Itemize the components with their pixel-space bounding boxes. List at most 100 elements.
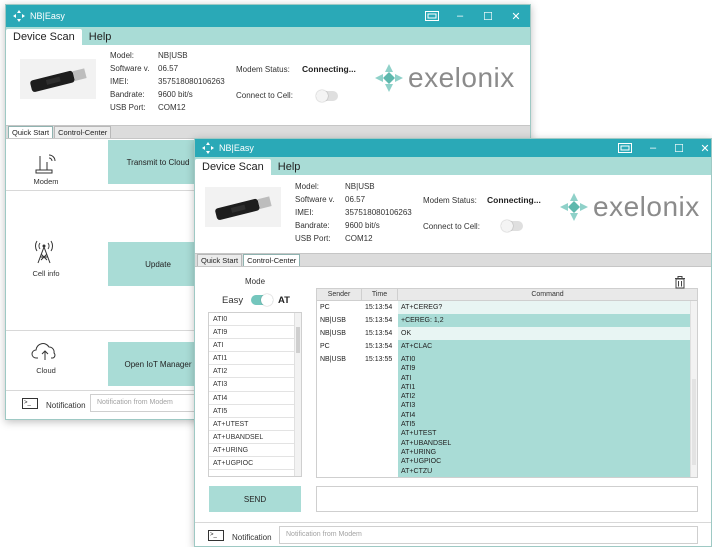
close-button[interactable]: ✕ bbox=[691, 139, 711, 157]
command-list-item[interactable]: ATI3 bbox=[209, 378, 301, 392]
back-title-bar: NB|Easy – ☐ ✕ bbox=[6, 5, 530, 27]
window-title: NB|Easy bbox=[30, 11, 65, 21]
baudrate-label: Bandrate: bbox=[295, 221, 330, 230]
imei-label: IMEI: bbox=[295, 208, 314, 217]
usb-stick-image bbox=[20, 59, 96, 99]
usb-stick-image bbox=[205, 187, 281, 227]
menu-help[interactable]: Help bbox=[271, 159, 308, 175]
command-list-item[interactable]: AT+UBANDSEL bbox=[209, 431, 301, 444]
log-sender: PC bbox=[320, 304, 330, 311]
modem-status-label: Modem Status: bbox=[423, 196, 477, 205]
log-command: +CEREG: 1,2 bbox=[398, 314, 697, 327]
log-command-line: ATI1 bbox=[401, 383, 416, 391]
log-row[interactable]: NB|USB 15:13:54 OK bbox=[317, 327, 697, 340]
connect-cell-toggle[interactable] bbox=[316, 90, 338, 102]
command-list[interactable]: ATI0 ATI9 ATI ATI1 ATI2 ATI3 ATI4 ATI5 AT+UTEST A… bbox=[208, 312, 302, 477]
log-command-line: ATI9 bbox=[401, 365, 416, 373]
open-iot-manager-button[interactable]: Open IoT Manager bbox=[108, 342, 208, 386]
log-row[interactable]: NB|USB 15:13:54 +CEREG: 1,2 bbox=[317, 314, 697, 327]
command-list-item[interactable]: ATI5 bbox=[209, 405, 301, 418]
command-list-item[interactable]: ATI bbox=[209, 339, 301, 353]
exelonix-logo: exelonix bbox=[374, 62, 515, 94]
log-command-line: ATI0 bbox=[401, 356, 416, 363]
menu-help[interactable]: Help bbox=[82, 29, 119, 45]
keyboard-layout-icon[interactable] bbox=[611, 139, 639, 157]
model-label: Model: bbox=[110, 51, 135, 60]
mode-toggle[interactable] bbox=[251, 294, 273, 306]
back-menu-bar: Device Scan Help bbox=[6, 27, 530, 45]
log-sender: NB|USB bbox=[320, 317, 346, 324]
log-row[interactable]: PC 15:13:54 AT+CEREG? bbox=[317, 301, 697, 314]
tab-quick-start[interactable]: Quick Start bbox=[8, 126, 54, 138]
col-sender: Sender bbox=[317, 289, 362, 300]
log-row[interactable]: PC 15:13:54 AT+CLAC bbox=[317, 340, 697, 353]
log-command-line: AT+CTZU bbox=[401, 467, 433, 475]
software-label: Software v. bbox=[110, 64, 150, 73]
menu-device-scan[interactable]: Device Scan bbox=[195, 159, 271, 175]
command-list-item[interactable]: AT+UTEST bbox=[209, 418, 301, 431]
terminal-icon: >_ bbox=[22, 398, 38, 409]
log-time: 15:13:54 bbox=[365, 343, 393, 350]
terminal-icon: >_ bbox=[208, 530, 224, 541]
app-logo-icon bbox=[202, 142, 214, 154]
trash-icon[interactable] bbox=[674, 276, 686, 289]
maximize-button[interactable]: ☐ bbox=[665, 139, 693, 157]
log-command-line: AT+UTEST bbox=[401, 430, 437, 438]
front-menu-bar: Device Scan Help bbox=[195, 157, 711, 175]
keyboard-layout-icon[interactable] bbox=[418, 5, 446, 27]
command-input[interactable] bbox=[316, 486, 698, 512]
log-sender: PC bbox=[320, 343, 330, 350]
update-button[interactable]: Update bbox=[108, 242, 208, 286]
log-command-line: ATI bbox=[401, 374, 412, 382]
log-row[interactable]: NB|USB 15:13:55 ATI0 ATI9 ATI ATI1 ATI2 ATI3 ATI… bbox=[317, 353, 697, 477]
command-list-item[interactable]: ATI4 bbox=[209, 392, 301, 405]
transmit-to-cloud-button[interactable]: Transmit to Cloud bbox=[108, 140, 208, 184]
log-sender: NB|USB bbox=[320, 330, 346, 337]
connect-cell-label: Connect to Cell: bbox=[423, 222, 480, 231]
maximize-button[interactable]: ☐ bbox=[474, 5, 502, 27]
tab-control-center[interactable]: Control-Center bbox=[54, 126, 112, 138]
notification-field: Notification from Modem bbox=[90, 394, 200, 412]
model-value: NB|USB bbox=[158, 51, 188, 60]
command-list-item[interactable]: ATI0 bbox=[209, 313, 301, 327]
cell-tower-icon bbox=[35, 240, 53, 264]
brand-name: exelonix bbox=[593, 191, 700, 222]
log-command-line: ATI3 bbox=[401, 402, 416, 410]
log-time: 15:13:54 bbox=[365, 304, 393, 311]
model-value: NB|USB bbox=[345, 182, 375, 191]
device-info-panel: Model: NB|USB Software v. 06.57 IMEI: 35… bbox=[6, 45, 530, 125]
close-button[interactable]: ✕ bbox=[502, 5, 530, 27]
connect-cell-toggle[interactable] bbox=[501, 220, 523, 232]
brand-name: exelonix bbox=[408, 62, 515, 93]
exelonix-mark-icon bbox=[560, 193, 588, 221]
minimize-button[interactable]: – bbox=[639, 139, 667, 157]
baudrate-label: Bandrate: bbox=[110, 90, 145, 99]
log-sender: NB|USB bbox=[320, 356, 346, 363]
log-header: Sender Time Command bbox=[317, 289, 697, 301]
tab-quick-start[interactable]: Quick Start bbox=[197, 254, 243, 266]
log-scrollbar[interactable] bbox=[690, 301, 697, 477]
command-list-item[interactable]: AT+UGPIOC bbox=[209, 457, 301, 471]
command-log-table: Sender Time Command PC 15:13:54 AT+CEREG? N… bbox=[316, 288, 698, 478]
minimize-button[interactable]: – bbox=[446, 5, 474, 27]
log-time: 15:13:54 bbox=[365, 317, 393, 324]
notification-label: Notification bbox=[232, 533, 272, 542]
command-list-item[interactable]: ATI2 bbox=[209, 365, 301, 379]
model-label: Model: bbox=[295, 182, 320, 191]
log-command: AT+CEREG? bbox=[398, 301, 697, 314]
device-info-panel: Model: NB|USB Software v. 06.57 IMEI: 35… bbox=[195, 175, 711, 253]
command-list-item[interactable]: ATI1 bbox=[209, 352, 301, 366]
command-list-item[interactable]: ATI9 bbox=[209, 326, 301, 340]
imei-value: 357518080106263 bbox=[158, 77, 225, 86]
command-list-item[interactable]: AT+URING bbox=[209, 444, 301, 458]
cloud-label: Cloud bbox=[36, 366, 56, 375]
command-list-scrollbar[interactable] bbox=[294, 313, 301, 476]
log-command-line: ATI2 bbox=[401, 393, 416, 401]
cloud-upload-icon bbox=[31, 343, 56, 360]
notification-field: Notification from Modem bbox=[279, 526, 698, 544]
send-button[interactable]: SEND bbox=[209, 486, 301, 512]
exelonix-logo: exelonix bbox=[559, 191, 700, 223]
menu-device-scan[interactable]: Device Scan bbox=[6, 29, 82, 45]
tab-control-center[interactable]: Control-Center bbox=[243, 254, 301, 266]
front-title-bar: NB|Easy – ☐ ✕ bbox=[195, 139, 711, 157]
